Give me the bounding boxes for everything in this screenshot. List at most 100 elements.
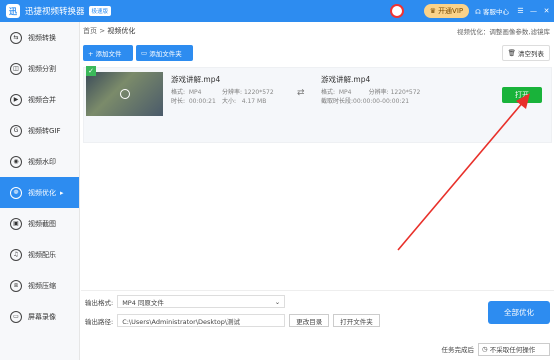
clip-range-label: 截取时长段:	[321, 98, 354, 105]
source-meta-col1: 格式: MP4 时长: 00:00:21	[171, 88, 216, 106]
clip-range: 00:00:00-00:00:21	[353, 98, 410, 105]
titlebar-actions: ♛ 开通VIP ☊ 客服中心 ☰ — ✕	[389, 0, 554, 22]
close-icon[interactable]: ✕	[541, 7, 552, 15]
watermark-icon: ◉	[10, 155, 22, 168]
breadcrumb: 首页 > 视频优化	[83, 26, 135, 36]
source-meta-col2: 分辨率: 1220*572 大小: 4.17 MB	[222, 88, 274, 106]
source-duration: 00:00:21	[188, 98, 216, 105]
checkbox-checked-icon[interactable]: ✓	[86, 66, 96, 76]
source-size: 4.17 MB	[241, 98, 267, 105]
sidebar-item-5[interactable]: ❁ 视频优化 ▸	[0, 177, 79, 208]
vip-button[interactable]: ♛ 开通VIP	[423, 4, 470, 18]
change-directory-button[interactable]: 更改目录	[289, 314, 330, 327]
clear-list-button[interactable]: 🗑 清空列表	[501, 45, 550, 61]
breadcrumb-home[interactable]: 首页	[83, 27, 97, 35]
function-hint: 视频优化：调整画像参数,滤镜库	[456, 27, 550, 36]
add-folder-button[interactable]: ▭ 添加文件夹	[136, 45, 193, 61]
sidebar-item-4[interactable]: ◉ 视频水印	[0, 146, 79, 177]
after-task-label: 任务完成后	[441, 346, 475, 354]
merge-icon: ▶	[10, 93, 22, 106]
status-bar: 任务完成后 ◷ 不采取任何操作	[0, 338, 554, 360]
play-icon	[120, 89, 130, 99]
output-path-value: C:\Users\Administrator\Desktop\测试	[122, 317, 241, 326]
screenshot-icon: ▣	[10, 217, 22, 230]
add-file-button[interactable]: + 添加文件	[83, 45, 133, 61]
sidebar-item-label: 视频合并	[28, 95, 56, 104]
sidebar-item-label: 视频压缩	[28, 281, 56, 290]
after-task-value: 不采取任何操作	[489, 346, 536, 354]
sidebar-item-label: 视频水印	[28, 157, 56, 166]
output-path-label: 输出路径:	[85, 317, 114, 326]
sidebar-item-2[interactable]: ▶ 视频合并	[0, 84, 79, 115]
sidebar-item-7[interactable]: ♫ 视频配乐	[0, 239, 79, 270]
edition-badge: 极速版	[88, 6, 112, 16]
resolution-label: 分辨率:	[222, 89, 243, 96]
sidebar: ⇆ 视频转换 ◫ 视频分割 ▶ 视频合并 G 视频转GIF ◉ 视频水印 ❁ 视频优化 ▸ ▣ 视频截图 ♫ 视…	[0, 22, 80, 360]
breadcrumb-row: 首页 > 视频优化 视频优化：调整画像参数,滤镜库	[81, 22, 554, 39]
sidebar-item-3[interactable]: G 视频转GIF	[0, 115, 79, 146]
open-button[interactable]: 打开	[502, 87, 542, 103]
sidebar-item-label: 视频转GIF	[28, 126, 61, 135]
toolbar: + 添加文件 ▭ 添加文件夹 🗑 清空列表	[81, 45, 554, 63]
optimize-all-button[interactable]: 全部优化	[488, 301, 550, 324]
sidebar-item-9[interactable]: ▭ 屏幕录像	[0, 301, 79, 332]
breadcrumb-separator: >	[99, 26, 106, 35]
menu-icon[interactable]: ☰	[515, 7, 526, 15]
sidebar-item-1[interactable]: ◫ 视频分割	[0, 53, 79, 84]
output-settings: 输出格式: MP4 同原文件 ⌄ 输出路径: C:\Users\Administr…	[81, 290, 554, 338]
title-bar: 迅 迅捷视频转换器 极速版 ♛ 开通VIP ☊ 客服中心 ☰ — ✕	[0, 0, 554, 22]
sidebar-item-label: 屏幕录像	[28, 312, 56, 321]
split-icon: ◫	[10, 62, 22, 75]
output-path-input[interactable]: C:\Users\Administrator\Desktop\测试	[117, 314, 286, 327]
source-resolution: 1220*572	[243, 89, 274, 96]
sidebar-item-6[interactable]: ▣ 视频截图	[0, 208, 79, 239]
chevron-right-icon: ▸	[60, 188, 64, 197]
output-format-select[interactable]: MP4 同原文件 ⌄	[117, 295, 286, 308]
file-card: ✓ 游戏讲解.mp4 格式: MP4 时长: 00:00:21 分辨率: 122…	[83, 66, 552, 143]
sidebar-item-label: 视频截图	[28, 219, 56, 228]
minimize-icon[interactable]: —	[528, 7, 539, 15]
output-file-name: 游戏讲解.mp4	[321, 75, 371, 84]
sidebar-item-8[interactable]: ⧈ 视频压缩	[0, 270, 79, 301]
sidebar-item-label: 视频转换	[28, 33, 56, 42]
output-format-label: 输出格式:	[85, 298, 114, 307]
chevron-down-icon: ⌄	[274, 297, 281, 306]
output-format-value: MP4 同原文件	[122, 298, 164, 307]
vip-label: 开通VIP	[438, 7, 464, 15]
output-format: MP4	[338, 89, 352, 96]
record-icon: ▭	[10, 310, 22, 323]
output-meta: 格式: MP4 分辨率: 1220*572 截取时长段:00:00:00-00:…	[321, 88, 420, 106]
breadcrumb-current: 视频优化	[107, 26, 136, 35]
folder-icon: ▭	[141, 49, 148, 57]
trash-icon: 🗑	[507, 49, 516, 57]
format-label: 格式:	[171, 89, 186, 96]
avatar[interactable]	[389, 4, 404, 18]
sidebar-item-0[interactable]: ⇆ 视频转换	[0, 22, 79, 53]
sidebar-item-label: 视频配乐	[28, 250, 56, 259]
clock-icon: ◷	[482, 345, 488, 353]
music-icon: ♫	[10, 248, 22, 261]
source-file-name: 游戏讲解.mp4	[171, 75, 221, 84]
service-center-link[interactable]: ☊ 客服中心	[475, 6, 509, 16]
gif-icon: G	[10, 124, 22, 137]
output-format-row: 输出格式: MP4 同原文件 ⌄	[85, 295, 286, 308]
source-format: MP4	[188, 89, 202, 96]
sidebar-item-label: 视频优化	[28, 188, 56, 197]
out-format-label: 格式:	[321, 89, 336, 96]
compress-icon: ⧈	[10, 279, 22, 292]
optimize-icon: ❁	[10, 186, 22, 199]
after-task-select[interactable]: ◷ 不采取任何操作	[478, 342, 550, 356]
clear-list-label: 清空列表	[518, 50, 544, 58]
out-resolution-label: 分辨率:	[368, 89, 389, 96]
video-thumbnail[interactable]	[86, 72, 163, 116]
add-folder-label: 添加文件夹	[149, 50, 182, 58]
shuffle-arrow-icon: ⇄	[297, 88, 305, 98]
output-resolution: 1220*572	[390, 89, 421, 96]
open-folder-button[interactable]: 打开文件夹	[333, 314, 380, 327]
headset-icon: ☊	[475, 8, 481, 16]
service-label: 客服中心	[483, 8, 509, 16]
duration-label: 时长:	[171, 98, 186, 105]
size-label: 大小:	[222, 98, 237, 105]
sidebar-item-label: 视频分割	[28, 64, 56, 73]
convert-icon: ⇆	[10, 31, 22, 44]
